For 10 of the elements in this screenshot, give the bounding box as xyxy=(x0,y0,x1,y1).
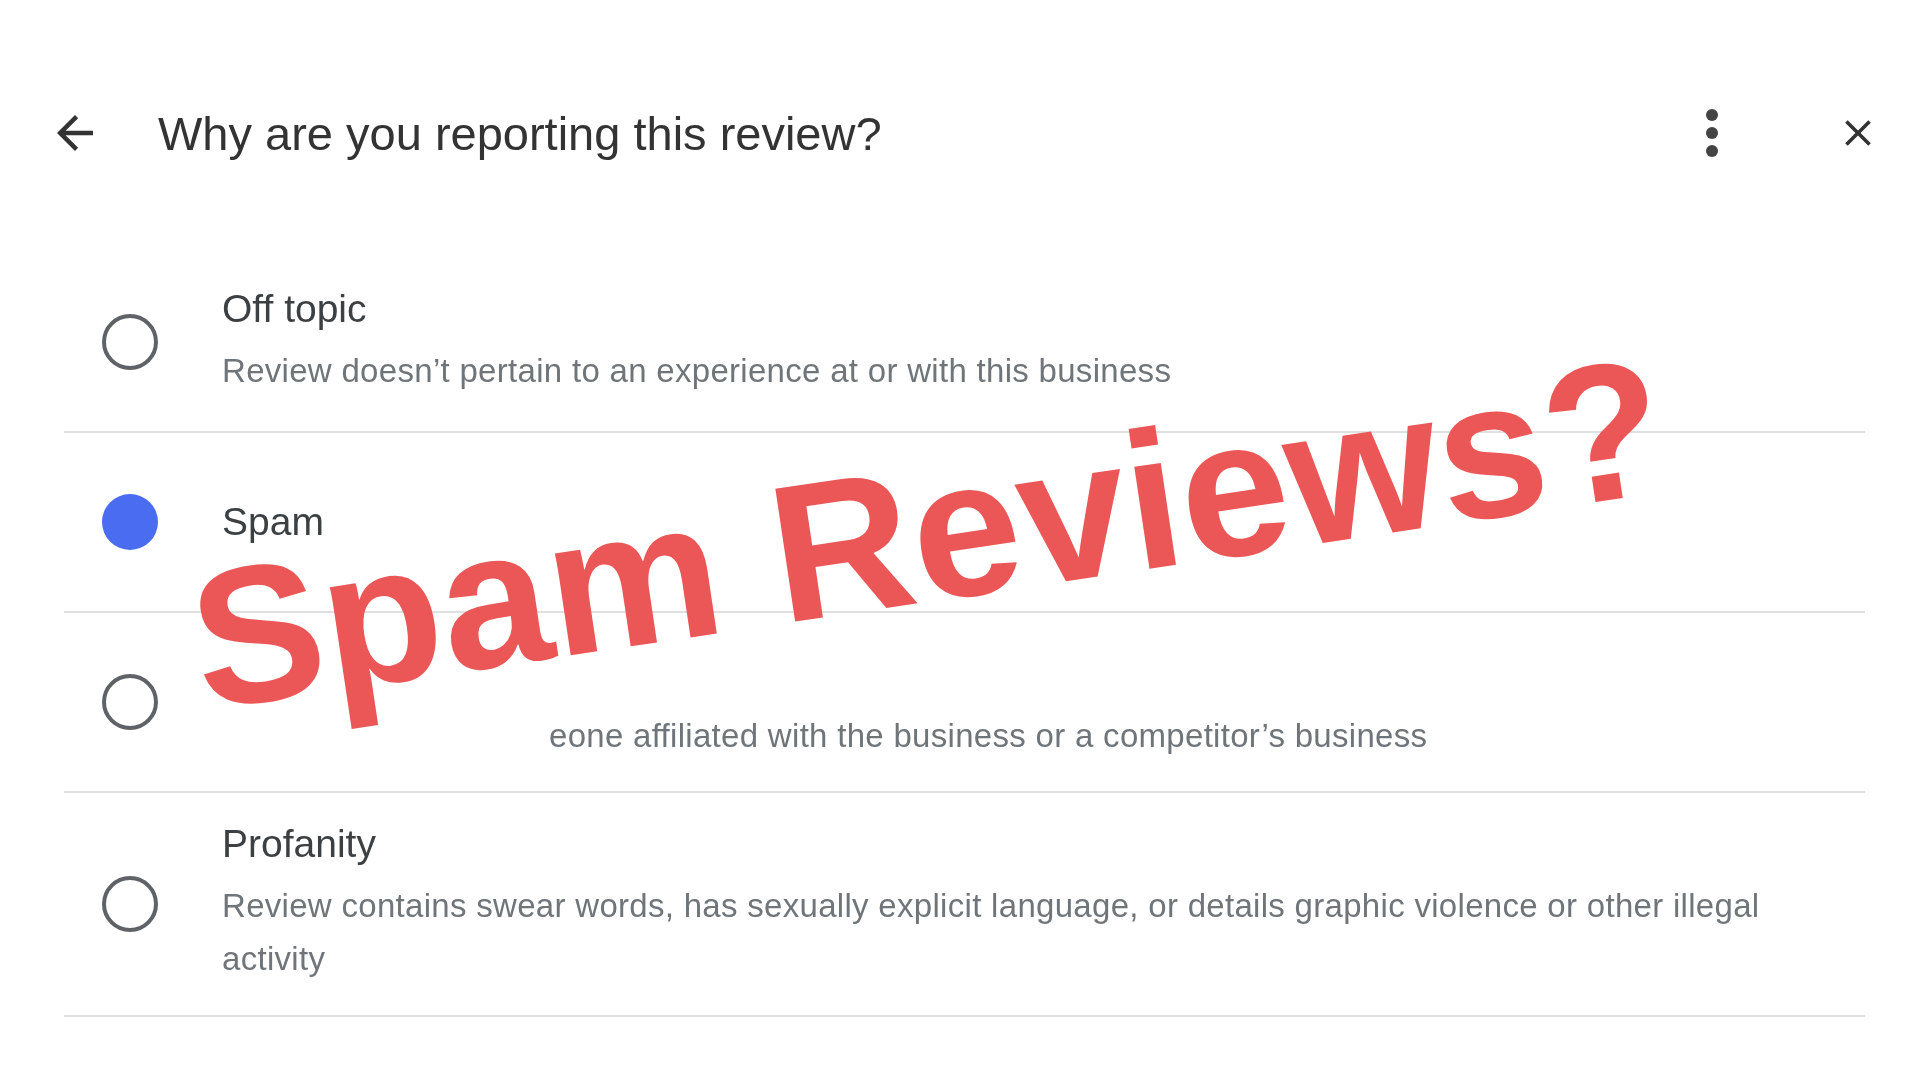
radio-button[interactable] xyxy=(102,314,158,370)
more-button[interactable] xyxy=(1704,108,1720,158)
option-title: Off topic xyxy=(222,286,368,331)
dialog-title: Why are you reporting this review? xyxy=(158,105,883,161)
option-title: Profanity xyxy=(222,822,377,867)
radio-button[interactable] xyxy=(102,494,158,550)
option-description: Review contains swear words, has sexually explicit language, or details graphic violence or other illegal activity xyxy=(222,886,1761,979)
radio-button[interactable] xyxy=(102,674,158,730)
more-vertical-icon xyxy=(1704,108,1720,158)
radio-button[interactable] xyxy=(102,876,158,932)
